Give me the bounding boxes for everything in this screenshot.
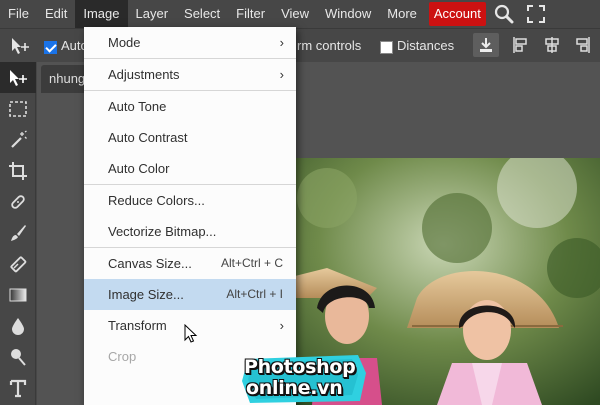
menu-item-image-size[interactable]: Image Size... Alt+Ctrl + I [84, 279, 296, 310]
watermark-logo: Photoshop online.vn [240, 353, 368, 405]
gradient-tool-icon[interactable] [0, 279, 36, 310]
menu-item-label: Auto Tone [108, 99, 167, 114]
move-tool-icon[interactable] [0, 62, 36, 93]
menu-window[interactable]: Window [317, 0, 379, 28]
menu-item-auto-color[interactable]: Auto Color [84, 153, 296, 184]
healing-brush-icon[interactable] [0, 186, 36, 217]
menu-edit[interactable]: Edit [37, 0, 75, 28]
menu-item-shortcut: Alt+Ctrl + C [220, 256, 283, 270]
download-icon[interactable] [473, 33, 499, 57]
menu-item-vectorize-bitmap[interactable]: Vectorize Bitmap... [84, 216, 296, 247]
marquee-tool-icon[interactable] [0, 93, 36, 124]
menu-item-label: Crop [108, 349, 137, 364]
menu-item-label: Canvas Size... [108, 256, 192, 271]
menu-image[interactable]: Image [75, 0, 128, 28]
auto-select-checkbox[interactable] [44, 39, 57, 55]
distances-label: Distances [397, 38, 455, 53]
chevron-right-icon: › [279, 318, 284, 333]
menu-item-label: Transform [108, 318, 167, 333]
menu-layer[interactable]: Layer [128, 0, 177, 28]
menubar: File Edit Image Layer Select Filter View… [0, 0, 600, 28]
menu-item-label: Auto Color [108, 161, 170, 176]
align-right-icon[interactable] [571, 36, 591, 57]
crop-tool-icon[interactable] [0, 155, 36, 186]
image-menu-dropdown: Mode › Adjustments › Auto Tone Auto Cont… [84, 27, 296, 405]
menu-item-shortcut: Alt+Ctrl + I [226, 287, 283, 301]
move-tool-icon [10, 37, 32, 58]
tools-panel [0, 62, 36, 405]
menu-item-label: Vectorize Bitmap... [108, 224, 217, 239]
menu-item-auto-contrast[interactable]: Auto Contrast [84, 122, 296, 153]
watermark-line2: online.vn [246, 377, 343, 399]
menu-item-reduce-colors[interactable]: Reduce Colors... [84, 185, 296, 216]
align-center-icon[interactable] [542, 36, 562, 57]
chevron-right-icon: › [279, 35, 284, 50]
blur-tool-icon[interactable] [0, 310, 36, 341]
distances-checkbox[interactable] [380, 39, 393, 55]
menu-select[interactable]: Select [176, 0, 228, 28]
menu-view[interactable]: View [273, 0, 317, 28]
transform-controls-label: rm controls [297, 38, 362, 53]
eraser-tool-icon[interactable] [0, 248, 36, 279]
menu-item-label: Adjustments [108, 67, 180, 82]
menu-item-mode[interactable]: Mode › [84, 27, 296, 58]
menu-file[interactable]: File [0, 0, 37, 28]
watermark-line1: Photoshop [244, 356, 356, 378]
menu-filter[interactable]: Filter [228, 0, 273, 28]
chevron-right-icon: › [279, 67, 284, 82]
menu-item-label: Auto Contrast [108, 130, 188, 145]
magic-wand-icon[interactable] [0, 124, 36, 155]
dodge-tool-icon[interactable] [0, 341, 36, 372]
mouse-cursor-icon [184, 323, 198, 347]
align-left-icon[interactable] [512, 36, 532, 57]
menu-item-label: Image Size... [108, 287, 184, 302]
menu-item-canvas-size[interactable]: Canvas Size... Alt+Ctrl + C [84, 248, 296, 279]
fullscreen-icon[interactable] [522, 0, 550, 28]
menu-item-adjustments[interactable]: Adjustments › [84, 59, 296, 90]
brush-tool-icon[interactable] [0, 217, 36, 248]
account-button[interactable]: Account [428, 2, 486, 26]
menu-item-label: Reduce Colors... [108, 193, 205, 208]
type-tool-icon[interactable] [0, 372, 36, 403]
menu-item-label: Mode [108, 35, 141, 50]
search-icon[interactable] [490, 0, 518, 28]
menu-item-auto-tone[interactable]: Auto Tone [84, 91, 296, 122]
menu-more[interactable]: More [379, 0, 425, 28]
